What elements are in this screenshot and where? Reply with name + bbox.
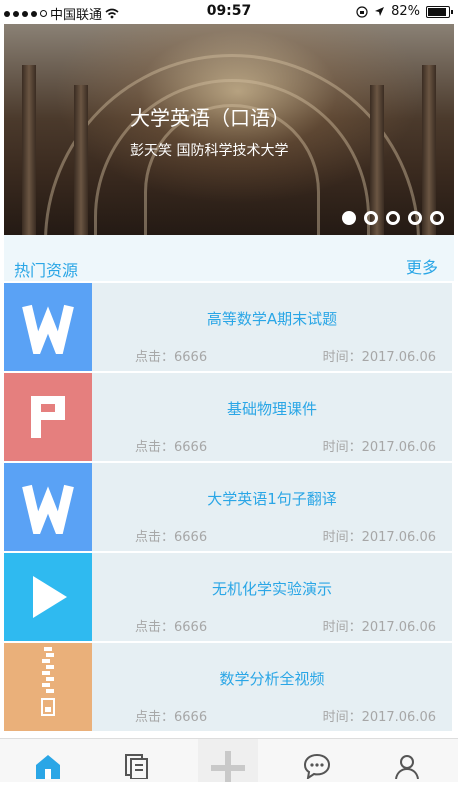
resource-time: 时间：2017.06.06 <box>322 710 436 725</box>
banner-title: 大学英语（口语） <box>130 106 290 130</box>
resource-list: 高等数学A期末试题 点击：6666 时间：2017.06.06 基础物理课件 点… <box>4 283 452 733</box>
banner-subtitle: 彭天笑 国防科学技术大学 <box>130 143 289 159</box>
carousel-dot[interactable] <box>364 211 378 225</box>
status-right: 82% <box>356 4 453 19</box>
resource-clicks: 点击：6666 <box>135 710 208 725</box>
tab-profile[interactable] <box>392 753 422 783</box>
tab-add[interactable] <box>198 739 258 785</box>
rotation-lock-icon <box>356 5 368 18</box>
carousel-dot[interactable] <box>430 211 444 225</box>
list-item[interactable]: 数学分析全视频 点击：6666 时间：2017.06.06 <box>4 643 452 731</box>
resource-name: 数学分析全视频 <box>219 670 325 688</box>
resource-time: 时间：2017.06.06 <box>322 350 436 365</box>
zip-archive-icon <box>4 643 92 731</box>
location-icon <box>375 7 385 16</box>
resource-name: 大学英语1句子翻译 <box>207 490 337 508</box>
banner-pillar <box>74 85 88 235</box>
hot-resources-header: 热门资源 更多 <box>4 235 454 281</box>
banner-pillar <box>22 65 36 235</box>
banner-pillar <box>422 65 436 235</box>
word-doc-icon <box>4 283 92 371</box>
list-item[interactable]: 大学英语1句子翻译 点击：6666 时间：2017.06.06 <box>4 463 452 551</box>
resource-clicks: 点击：6666 <box>135 350 208 365</box>
profile-icon <box>395 755 419 779</box>
carousel-dot[interactable] <box>386 211 400 225</box>
resource-clicks: 点击：6666 <box>135 530 208 545</box>
more-link[interactable]: 更多 <box>406 254 438 278</box>
video-play-icon <box>4 553 92 641</box>
banner-carousel[interactable]: 大学英语（口语） 彭天笑 国防科学技术大学 <box>4 24 454 235</box>
list-item[interactable]: 无机化学实验演示 点击：6666 时间：2017.06.06 <box>4 553 452 641</box>
list-item[interactable]: 高等数学A期末试题 点击：6666 时间：2017.06.06 <box>4 283 452 371</box>
tab-documents[interactable] <box>122 753 152 783</box>
carousel-dot[interactable] <box>408 211 422 225</box>
resource-name: 无机化学实验演示 <box>211 580 332 598</box>
resource-clicks: 点击：6666 <box>135 440 208 455</box>
status-bar: 中国联通 09:57 82% <box>0 0 458 24</box>
tab-home[interactable] <box>33 753 63 783</box>
ppt-doc-icon <box>4 373 92 461</box>
resource-time: 时间：2017.06.06 <box>322 440 436 455</box>
carousel-dot[interactable] <box>342 211 356 225</box>
tab-chat[interactable] <box>302 753 332 783</box>
battery-icon <box>426 5 453 18</box>
section-title: 热门资源 <box>14 261 79 280</box>
carousel-indicators <box>342 211 444 225</box>
chat-icon <box>303 753 331 779</box>
resource-time: 时间：2017.06.06 <box>322 620 436 635</box>
resource-name: 高等数学A期末试题 <box>206 310 338 328</box>
documents-icon <box>125 754 148 779</box>
home-icon <box>36 755 60 779</box>
word-doc-icon <box>4 463 92 551</box>
resource-name: 基础物理课件 <box>226 400 317 418</box>
bottom-tab-bar <box>0 738 458 785</box>
resource-time: 时间：2017.06.06 <box>322 530 436 545</box>
battery-percent: 82% <box>391 4 420 19</box>
list-item[interactable]: 基础物理课件 点击：6666 时间：2017.06.06 <box>4 373 452 461</box>
add-icon <box>211 751 245 785</box>
resource-clicks: 点击：6666 <box>135 620 208 635</box>
